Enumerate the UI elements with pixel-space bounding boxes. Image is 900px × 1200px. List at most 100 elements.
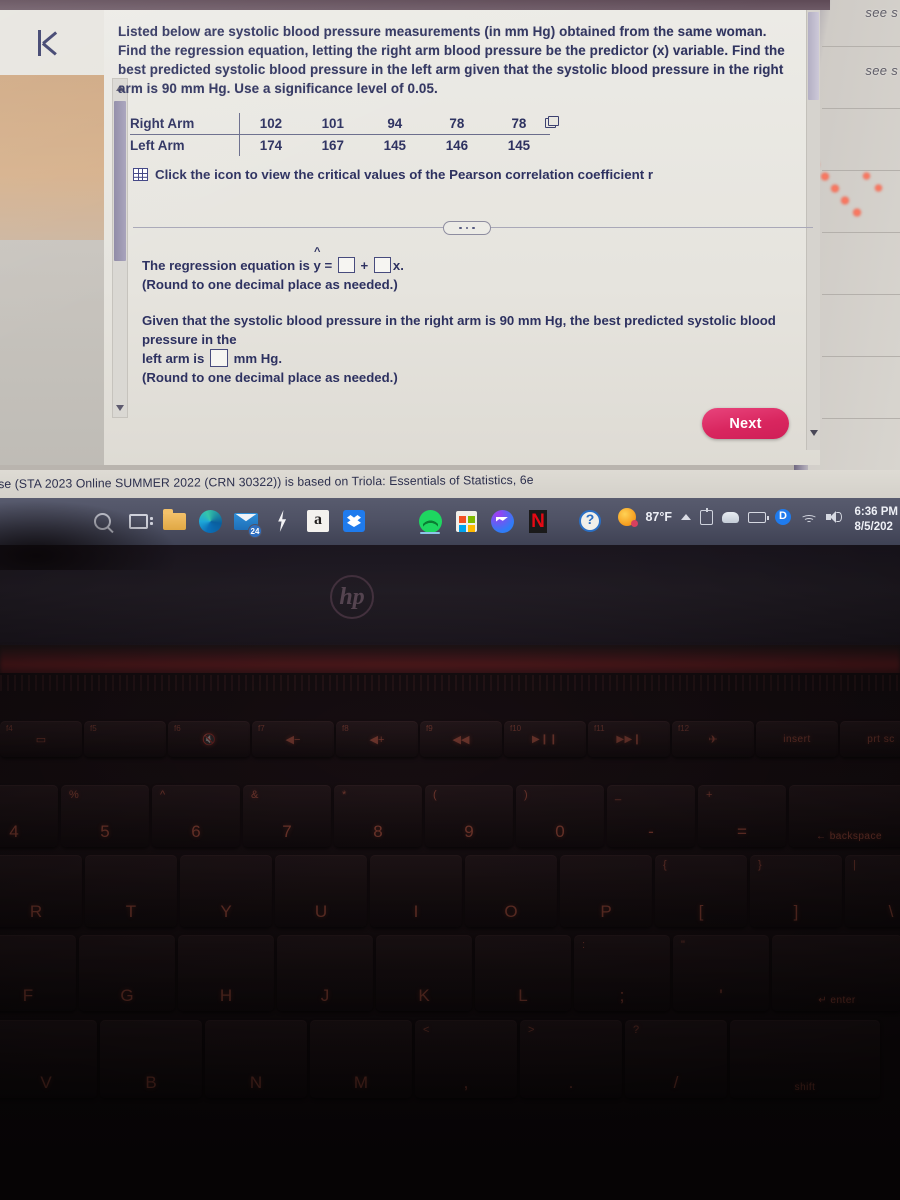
keyboard-number-row[interactable]: $4%5^6&7*8(9)0_-+=← backspace bbox=[0, 785, 900, 847]
taskbar-spotify-button[interactable] bbox=[412, 506, 448, 536]
key-7[interactable]: & 7 bbox=[243, 785, 331, 847]
next-button[interactable]: Next bbox=[702, 408, 789, 439]
key-prt-sc[interactable]: prt sc bbox=[840, 721, 900, 757]
file-explorer-icon[interactable] bbox=[162, 508, 186, 530]
key-j[interactable]: J bbox=[277, 935, 373, 1011]
taskbar-task-view-button[interactable] bbox=[120, 506, 156, 536]
keyboard-function-row[interactable]: f4 ▭ f5 f6 🔇 f7 ◀− f8 ◀+ f9 ◀◀ f10 ▶❙❙ f11 ▶▶❙ f12 ✈ inse… bbox=[0, 721, 900, 757]
key-[interactable]: <, bbox=[415, 1020, 517, 1098]
key-[interactable]: f11 ▶▶❙ bbox=[588, 721, 670, 757]
battery-icon[interactable] bbox=[748, 511, 769, 523]
key-[interactable]: _ - bbox=[607, 785, 695, 847]
key-[interactable]: f6 🔇 bbox=[168, 721, 250, 757]
key-m[interactable]: M bbox=[310, 1020, 412, 1098]
key-9[interactable]: (9 bbox=[425, 785, 513, 847]
key-v[interactable]: V bbox=[0, 1020, 97, 1098]
key-[interactable]: f7 ◀− bbox=[252, 721, 334, 757]
spotify-icon[interactable] bbox=[418, 509, 442, 533]
key-g[interactable]: G bbox=[79, 935, 175, 1011]
key-4[interactable]: $4 bbox=[0, 785, 58, 847]
task-view-icon[interactable] bbox=[128, 513, 153, 529]
messenger-icon[interactable] bbox=[490, 509, 514, 533]
scroll-down-icon[interactable] bbox=[116, 405, 124, 411]
key-f[interactable]: F bbox=[0, 935, 76, 1011]
microsoft-store-icon[interactable] bbox=[455, 510, 477, 532]
key-[interactable]: }] bbox=[750, 855, 842, 927]
key-[interactable]: f9 ◀◀ bbox=[420, 721, 502, 757]
key-[interactable]: f4 ▭ bbox=[0, 721, 82, 757]
onedrive-icon[interactable] bbox=[722, 511, 739, 523]
help-icon[interactable] bbox=[579, 510, 601, 532]
taskbar-edge-button[interactable] bbox=[192, 506, 228, 536]
key-[interactable]: f8 ◀+ bbox=[336, 721, 418, 757]
key-u[interactable]: U bbox=[275, 855, 367, 927]
taskbar-store-button[interactable] bbox=[448, 506, 484, 536]
key-[interactable]: f10 ▶❙❙ bbox=[504, 721, 586, 757]
weather-sun-icon[interactable] bbox=[618, 508, 639, 527]
keyboard-bottom-row[interactable]: V B N M <, >.? / shift bbox=[0, 1020, 883, 1098]
taskbar-help-button[interactable] bbox=[572, 506, 608, 536]
content-scrollbar[interactable] bbox=[112, 78, 128, 418]
weather-temperature[interactable]: 87°F bbox=[645, 510, 672, 524]
taskbar-search-button[interactable] bbox=[84, 506, 120, 536]
search-icon[interactable] bbox=[93, 512, 111, 530]
keyboard-home-row[interactable]: F G H J K L:; " ' ↵ enter bbox=[0, 935, 900, 1011]
key-[interactable]: >. bbox=[520, 1020, 622, 1098]
bolt-icon[interactable] bbox=[278, 510, 287, 532]
key-6[interactable]: ^ 6 bbox=[152, 785, 240, 847]
taskbar-file-explorer-button[interactable] bbox=[156, 506, 192, 536]
key-b[interactable]: B bbox=[100, 1020, 202, 1098]
taskbar-messenger-button[interactable] bbox=[484, 506, 520, 536]
key-[interactable]: :; bbox=[574, 935, 670, 1011]
previous-question-icon[interactable] bbox=[34, 26, 70, 60]
key-0[interactable]: ) 0 bbox=[516, 785, 604, 847]
wifi-icon[interactable] bbox=[800, 511, 817, 524]
key-t[interactable]: T bbox=[85, 855, 177, 927]
table-grid-icon[interactable] bbox=[133, 168, 148, 181]
slope-input[interactable] bbox=[373, 257, 391, 273]
key-y[interactable]: Y bbox=[180, 855, 272, 927]
key-[interactable]: | \ bbox=[845, 855, 900, 927]
key-backspace[interactable]: ← backspace bbox=[789, 785, 900, 847]
amazon-icon[interactable]: a bbox=[307, 510, 329, 532]
taskbar-bolt-button[interactable] bbox=[264, 506, 300, 536]
key-[interactable]: f12 ✈ bbox=[672, 721, 754, 757]
prediction-input[interactable] bbox=[209, 349, 228, 367]
taskbar-dropbox-button[interactable] bbox=[336, 506, 372, 536]
dropbox-icon[interactable] bbox=[343, 510, 365, 532]
chevron-up-icon[interactable] bbox=[681, 514, 691, 520]
key-8[interactable]: * 8 bbox=[334, 785, 422, 847]
key-i[interactable]: I bbox=[370, 855, 462, 927]
key-[interactable]: " ' bbox=[673, 935, 769, 1011]
edge-icon[interactable] bbox=[198, 509, 222, 533]
key-[interactable]: + = bbox=[698, 785, 786, 847]
key-enter[interactable]: ↵ enter bbox=[772, 935, 900, 1011]
netflix-icon[interactable] bbox=[529, 509, 547, 533]
key-n[interactable]: N bbox=[205, 1020, 307, 1098]
taskbar-amazon-button[interactable]: a bbox=[300, 506, 336, 536]
key-[interactable]: ? / bbox=[625, 1020, 727, 1098]
copy-data-icon[interactable] bbox=[545, 116, 559, 128]
key-shift[interactable]: shift bbox=[730, 1020, 880, 1098]
ellipsis-expander-icon[interactable] bbox=[443, 221, 491, 235]
keyboard-qwerty-row[interactable]: R T Y U I O P{[}] | \ bbox=[0, 855, 900, 927]
dropbox-tray-icon[interactable] bbox=[775, 508, 791, 525]
taskbar-clock[interactable]: 6:36 PM 8/5/202 bbox=[855, 505, 898, 535]
panel-scroll-down-icon[interactable] bbox=[810, 430, 818, 436]
key-[interactable]: {[ bbox=[655, 855, 747, 927]
key-f5[interactable]: f5 bbox=[84, 721, 166, 757]
key-o[interactable]: O bbox=[465, 855, 557, 927]
key-p[interactable]: P bbox=[560, 855, 652, 927]
intercept-input[interactable] bbox=[337, 257, 355, 273]
taskbar-mail-button[interactable]: 24 bbox=[228, 506, 264, 538]
key-5[interactable]: % 5 bbox=[61, 785, 149, 847]
key-k[interactable]: K bbox=[376, 935, 472, 1011]
panel-scrollbar-thumb[interactable] bbox=[808, 12, 819, 100]
scrollbar-thumb[interactable] bbox=[114, 101, 126, 261]
critical-values-link[interactable]: Click the icon to view the critical valu… bbox=[133, 167, 653, 182]
key-insert[interactable]: insert bbox=[756, 721, 838, 757]
key-h[interactable]: H bbox=[178, 935, 274, 1011]
taskbar-netflix-button[interactable] bbox=[520, 506, 556, 536]
windows-ink-icon[interactable] bbox=[700, 507, 713, 525]
volume-icon[interactable] bbox=[826, 510, 842, 524]
